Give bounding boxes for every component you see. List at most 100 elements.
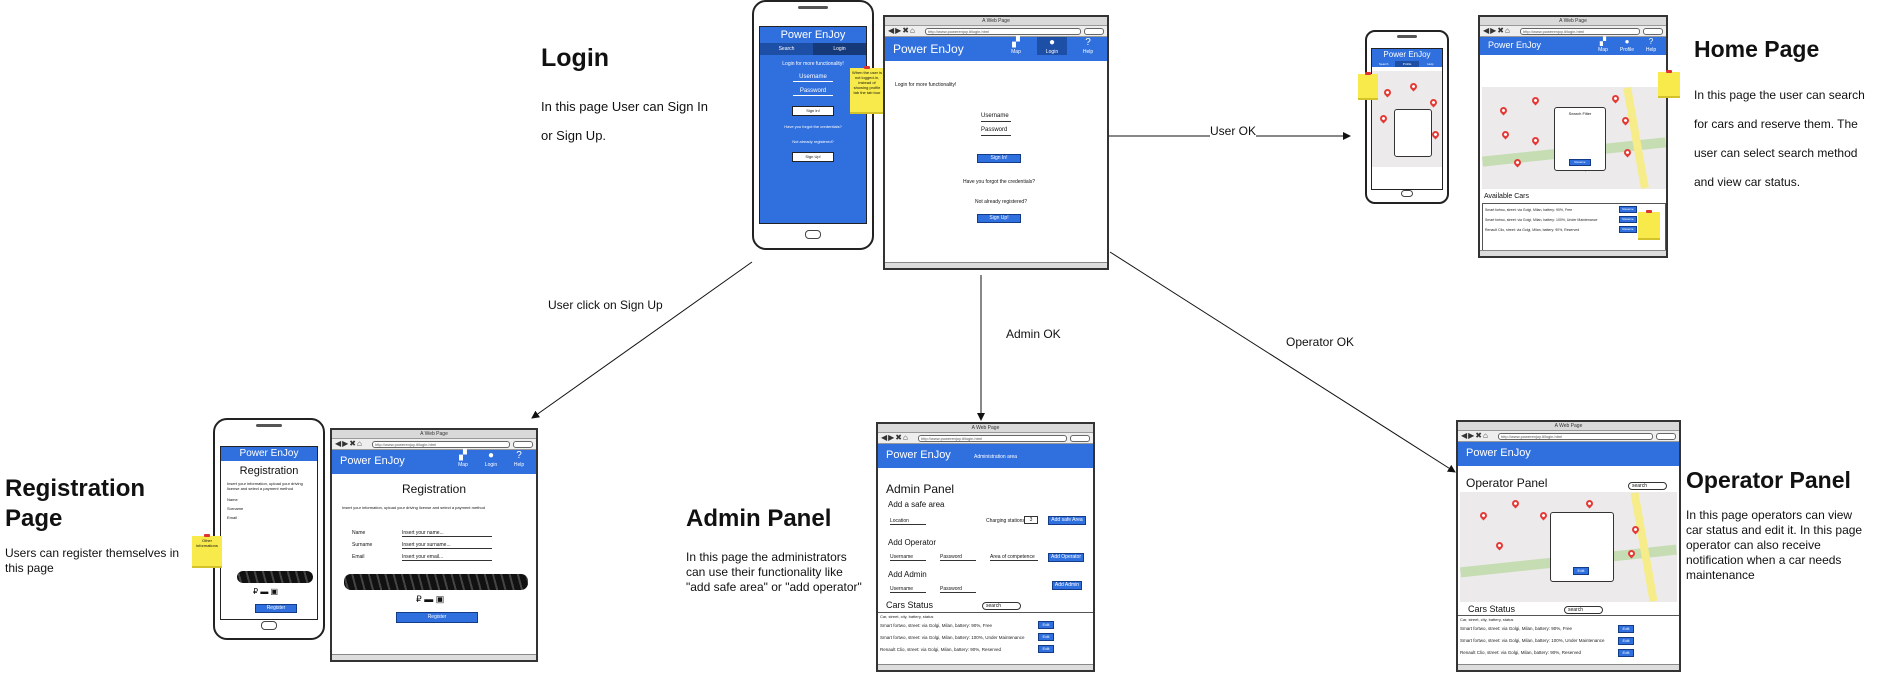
admin-search-input[interactable]: search <box>982 602 1021 610</box>
url-bar[interactable]: http://www.powerenjoy.it/login.html <box>925 28 1081 35</box>
phone-tab-search[interactable]: Search <box>760 43 813 55</box>
phone-register-button[interactable]: Register <box>255 604 297 613</box>
charging-stations-label: Charging stations <box>986 518 1025 524</box>
home-phone-map[interactable] <box>1372 71 1442 167</box>
charging-stations-stepper[interactable]: 3 <box>1024 516 1038 524</box>
login-prompt: Login for more functionality! <box>895 82 957 88</box>
edge-label-admin-ok: Admin OK <box>1006 327 1061 341</box>
admin-browser-mock: A Web Page ◀▶✖⌂ http://www.powerenjoy.it/… <box>876 422 1095 672</box>
home-map[interactable]: Search Filter Reserve <box>1482 87 1666 189</box>
operator-edit-button[interactable]: Edit <box>1618 649 1634 657</box>
reg-nav-login-icon[interactable]: ● Login <box>478 450 504 468</box>
home-table-sticky-note <box>1638 212 1660 240</box>
admin-cars-table-header: Car, street, city, battery, status <box>880 614 934 619</box>
reserve-button[interactable]: Reserve <box>1619 216 1637 223</box>
browser-nav-icons: ◀▶✖⌂ <box>888 26 916 35</box>
surname-input[interactable]: Insert your surname... <box>402 542 492 549</box>
operator-search-input[interactable]: search <box>1564 606 1603 614</box>
window-title: A Web Page <box>885 17 1107 26</box>
registration-app-title: Power EnJoy <box>340 455 405 467</box>
operator-edit-button[interactable]: Edit <box>1618 637 1634 645</box>
home-header: Power EnJoy ▞ Map ● Profile ? Help <box>1480 37 1666 55</box>
operator-map[interactable]: Edit <box>1460 492 1677 602</box>
arrow-operator-ok <box>1109 251 1456 473</box>
license-upload-scribble <box>237 571 313 583</box>
registration-phone-heading: Registration <box>239 465 299 477</box>
driving-license-scribble <box>344 574 528 590</box>
phone-sign-in-button[interactable]: Sign In! <box>792 106 834 116</box>
name-input[interactable]: Insert your name... <box>402 530 492 537</box>
admin-cars-table: Car, street, city, battery, status Smart… <box>878 612 1093 661</box>
reg-nav-help-icon[interactable]: ? Help <box>506 450 532 468</box>
nav-help-icon[interactable]: ? Help <box>1073 37 1103 55</box>
registration-sticky-note: Other informations <box>192 536 222 568</box>
admin-panel-heading: Admin Panel <box>886 482 955 496</box>
operator-title: Operator Panel <box>1686 467 1851 493</box>
phone-app-title: Power EnJoy <box>780 29 846 41</box>
payment-icons[interactable]: ₽ ▬ ▣ <box>253 587 278 596</box>
admin-title: Admin Panel <box>686 505 832 532</box>
registration-description: Users can register themselves in this pa… <box>5 546 180 575</box>
edge-label-signup: User click on Sign Up <box>548 298 663 312</box>
phone-home-button <box>805 230 821 239</box>
add-admin-heading: Add Admin <box>888 570 927 579</box>
email-label: Email <box>352 554 365 560</box>
operator-username-input[interactable]: Username <box>890 554 926 561</box>
register-button[interactable]: Register <box>396 612 478 623</box>
registration-phone-app-title: Power EnJoy <box>221 447 317 461</box>
phone-login-prompt: Login for more functionality! <box>782 61 844 67</box>
reserve-button[interactable]: Reserve <box>1619 206 1637 213</box>
admin-description: In this page the administrators can use … <box>686 550 862 594</box>
login-description: In this page User can Sign In or Sign Up… <box>541 99 708 143</box>
window-scrollbar[interactable] <box>885 262 1107 268</box>
operator-password-input[interactable]: Password <box>940 554 976 561</box>
admin-app-title: Power EnJoy <box>886 449 951 461</box>
nav-login-icon[interactable]: ● Login <box>1037 37 1067 55</box>
forgot-credentials-link[interactable]: Have you forgot the credentials? <box>963 179 1035 185</box>
add-safe-area-heading: Add a safe area <box>888 500 945 509</box>
operator-panel-heading: Operator Panel <box>1466 476 1548 490</box>
email-input[interactable]: Insert your email... <box>402 554 492 561</box>
reserve-button[interactable]: Reserve <box>1619 226 1637 233</box>
home-nav-help-icon[interactable]: ? Help <box>1640 37 1662 53</box>
admin-subtitle: Administration area <box>974 454 1018 460</box>
payment-method-icons[interactable]: ₽ ▬ ▣ <box>416 594 444 605</box>
phone-tab-login[interactable]: Login <box>813 43 866 55</box>
operator-browser-mock: A Web Page ◀▶✖⌂ http://www.powerenjoy.it/… <box>1456 420 1681 672</box>
home-phone-screen: Power EnJoy Search Profile Help <box>1371 48 1443 190</box>
sign-up-button[interactable]: Sign Up! <box>977 214 1021 223</box>
admin-edit-button[interactable]: Edit <box>1038 621 1054 629</box>
phone-sign-up-button[interactable]: Sign Up! <box>792 152 834 162</box>
arrow-signup <box>531 261 753 419</box>
operator-top-search-input[interactable]: search <box>1628 482 1667 490</box>
admin-edit-button[interactable]: Edit <box>1038 645 1054 653</box>
operator-description: In this page operators can view car stat… <box>1686 508 1863 582</box>
edge-label-operator-ok: Operator OK <box>1286 335 1355 349</box>
operator-popup-edit-button[interactable]: Edit <box>1573 567 1589 575</box>
edge-label-user-ok: User OK <box>1210 124 1257 138</box>
reg-nav-map-icon[interactable]: ▞ Map <box>450 450 476 468</box>
browser-search-box[interactable] <box>1084 28 1104 35</box>
home-nav-map-icon[interactable]: ▞ Map <box>1592 37 1614 53</box>
registration-browser-mock: A Web Page ◀▶✖⌂ http://www.powerenjoy.it/… <box>330 428 538 662</box>
home-sticky-note <box>1658 72 1680 98</box>
home-popup-reserve-button[interactable]: Reserve <box>1569 159 1591 166</box>
operator-edit-button[interactable]: Edit <box>1618 625 1634 633</box>
phone-forgot-text[interactable]: Have you forgot the credentials? <box>760 124 866 129</box>
location-input[interactable]: Location <box>890 518 926 525</box>
add-operator-button[interactable]: Add Operator <box>1048 553 1084 562</box>
admin-password-input[interactable]: Password <box>940 586 976 593</box>
add-admin-button[interactable]: Add Admin <box>1052 581 1082 590</box>
admin-edit-button[interactable]: Edit <box>1038 633 1054 641</box>
admin-username-input[interactable]: Username <box>890 586 926 593</box>
nav-map-icon[interactable]: ▞ Map <box>1001 37 1031 55</box>
area-of-competence-input[interactable]: Area of competence <box>990 554 1038 561</box>
login-title: Login <box>541 44 610 72</box>
sign-in-button[interactable]: Sign In! <box>977 154 1021 163</box>
available-cars-heading: Available Cars <box>1484 193 1530 200</box>
registration-phone-intro: Insert your information, upload your dri… <box>227 481 303 491</box>
home-nav-profile-icon[interactable]: ● Profile <box>1616 37 1638 53</box>
login-browser-mock: A Web Page ◀▶✖⌂ http://www.powerenjoy.it/… <box>883 15 1109 270</box>
login-sticky-note: When the user is not logged-in, instead … <box>850 68 884 114</box>
add-safe-area-button[interactable]: Add safe Area <box>1048 516 1086 525</box>
